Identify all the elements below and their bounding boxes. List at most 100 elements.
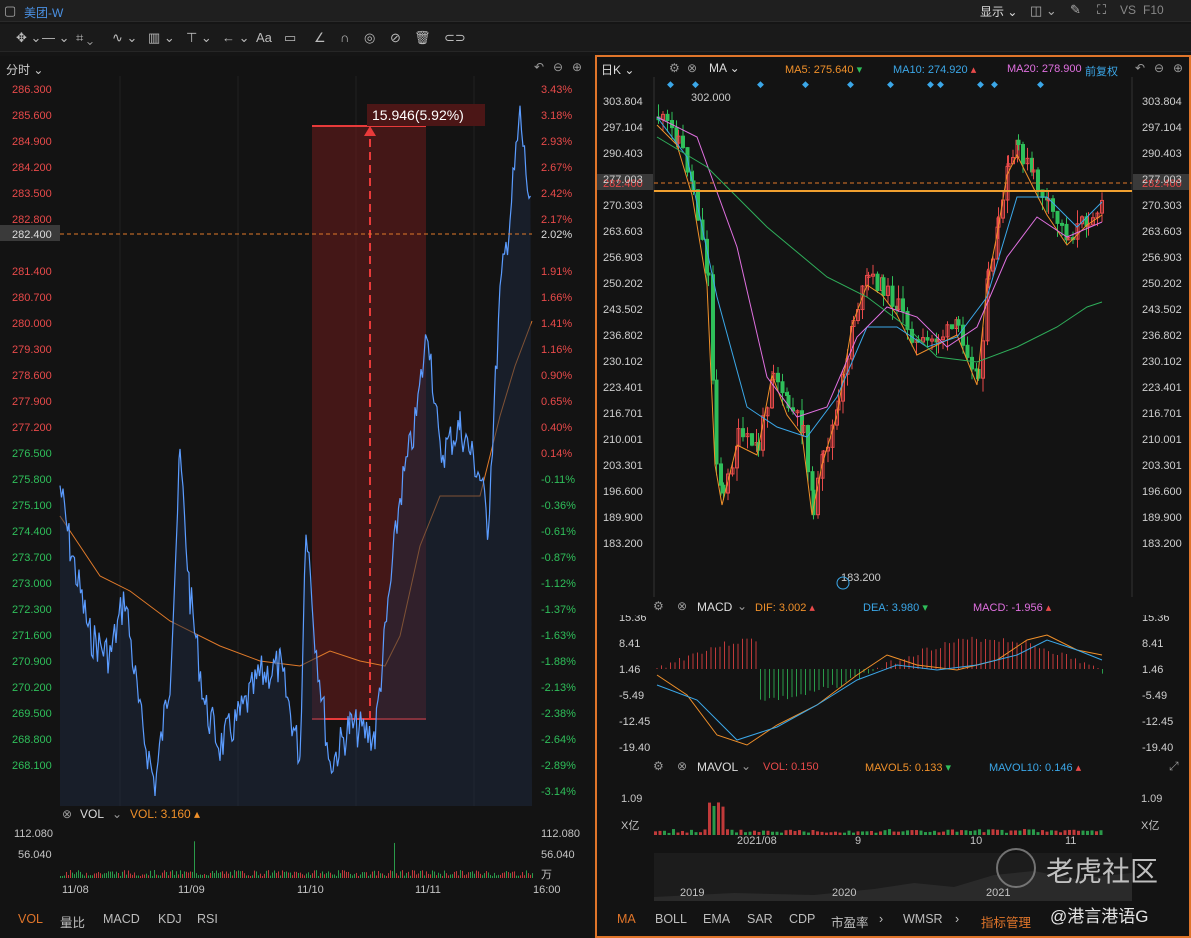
panel-toggle-icon[interactable]: ▢ (4, 3, 16, 19)
pct-tick-label: 2.93% (541, 136, 572, 148)
price-tick-label: 279.300 (12, 344, 52, 356)
volume-bar (156, 874, 157, 878)
volume-bar (96, 873, 97, 878)
macd-tick-label: 1.46 (619, 664, 640, 676)
zoom-out-icon[interactable]: ⊖ (1154, 61, 1164, 75)
volume-bar (494, 872, 495, 878)
candle (970, 356, 974, 370)
price-tick-label: 277.200 (12, 422, 52, 434)
tab-indicator-manage[interactable]: 指标管理 (981, 912, 1031, 931)
intraday-chart[interactable]: 286.300 285.600 284.900 284.200 283.500 282.8… (0, 76, 592, 806)
tab-kdj[interactable]: KDJ (158, 912, 182, 926)
ruler-tool-icon[interactable]: ∠ (314, 30, 326, 46)
tab-boll[interactable]: BOLL (655, 912, 687, 926)
zoom-out-icon[interactable]: ⊖ (553, 60, 563, 74)
volume-bar (530, 874, 531, 878)
volume-bar (446, 873, 447, 878)
volume-bar (400, 871, 401, 878)
price-tick-label: 275.100 (12, 500, 52, 512)
trash-icon[interactable]: 🗑 (414, 30, 431, 46)
layout-icon[interactable]: ◫ ⌄ (1030, 3, 1057, 19)
pct-tick-label: 2.02% (541, 229, 572, 241)
price-area (60, 105, 532, 806)
pen-icon[interactable]: ✎ (1070, 2, 1081, 18)
crop-tool-icon[interactable]: ⌗ ⌄ (76, 30, 93, 46)
volume-bar (260, 873, 261, 878)
tab-vol[interactable]: VOL (18, 912, 43, 926)
tab-sar[interactable]: SAR (747, 912, 773, 926)
volume-bar (280, 875, 281, 878)
volume-bar (388, 873, 389, 878)
text-tool-icon[interactable]: Aa (256, 30, 272, 45)
price-tick-label: 283.500 (12, 188, 52, 200)
fib-tool-icon[interactable]: ▥ ⌄ (148, 30, 175, 46)
macd-tick-label: -19.40 (1142, 742, 1173, 754)
volume-bar (492, 875, 493, 878)
zoom-in-icon[interactable]: ⊕ (1173, 61, 1183, 75)
f10-button[interactable]: F10 (1143, 3, 1164, 17)
mavol-dropdown-icon[interactable]: ⌄ (741, 759, 751, 773)
tab-rsi[interactable]: RSI (197, 912, 218, 926)
chevron-right-icon[interactable]: › (955, 912, 959, 926)
volume-bar (506, 871, 507, 878)
fullscreen-icon[interactable]: ⛶ (1097, 2, 1106, 18)
close-indicator-icon[interactable]: ⊗ (677, 759, 687, 773)
vs-button[interactable]: VS (1120, 3, 1136, 17)
mavol-axis-top: 1.09 (621, 793, 643, 805)
volume-bar (380, 873, 381, 878)
close-indicator-icon[interactable]: ⊗ (62, 807, 72, 821)
ma-selector[interactable]: MA ⌄ (709, 61, 740, 75)
volume-bar (176, 871, 177, 878)
kline-panel: 日K ⌄ ⚙ ⊗ MA ⌄ MA5: 275.640 ▾ MA10: 274.9… (595, 55, 1191, 938)
display-menu[interactable]: 显示 ⌄ (980, 3, 1017, 20)
settings-icon[interactable]: ⚙ (653, 759, 664, 773)
mavol-axis-top-right: 1.09 (1141, 793, 1163, 805)
settings-icon[interactable]: ⚙ (669, 61, 680, 75)
period-selector[interactable]: 日K ⌄ (601, 61, 634, 78)
volume-bar (514, 871, 515, 878)
price-tick-label: 280.700 (12, 292, 52, 304)
move-icon[interactable]: ✥ ⌄ (16, 30, 41, 46)
candle (1055, 210, 1060, 224)
tab-ma[interactable]: MA (617, 912, 636, 926)
price-tick-label: 284.200 (12, 162, 52, 174)
volume-bar (522, 872, 523, 878)
macd-dropdown-icon[interactable]: ⌄ (737, 599, 747, 613)
hide-icon[interactable]: ⊘ (390, 30, 401, 46)
magnet-icon[interactable]: ∩ (340, 30, 349, 45)
tab-ema[interactable]: EMA (703, 912, 730, 926)
eye-icon[interactable]: ◎ (364, 30, 375, 46)
tab-macd[interactable]: MACD (103, 912, 140, 926)
volume-bar (304, 875, 305, 878)
candle (965, 344, 970, 358)
tab-cdp[interactable]: CDP (789, 912, 815, 926)
undo-icon[interactable]: ↶ (1135, 61, 1145, 75)
undo-icon[interactable]: ↶ (534, 60, 544, 74)
volume-bar (186, 871, 187, 878)
vertical-tool-icon[interactable]: ⊤ ⌄ (186, 30, 212, 46)
tab-pe[interactable]: 市盈率 (831, 912, 869, 931)
price-tick-label: 189.900 (603, 512, 643, 524)
volume-bar (448, 875, 449, 878)
volume-bar (322, 871, 323, 878)
close-indicator-icon[interactable]: ⊗ (677, 599, 687, 613)
wave-tool-icon[interactable]: ∿ ⌄ (112, 30, 137, 46)
line-tool-icon[interactable]: — ⌄ (42, 30, 70, 46)
volume-bar (516, 875, 517, 878)
comment-tool-icon[interactable]: ▭ (284, 30, 296, 46)
settings-icon[interactable]: ⚙ (653, 599, 664, 613)
zoom-in-icon[interactable]: ⊕ (572, 60, 582, 74)
tab-wmsr[interactable]: WMSR (903, 912, 943, 926)
volume-bar (276, 872, 277, 878)
kline-chart[interactable]: 303.804 303.804 297.104 297.104 290.403 290.4… (597, 77, 1189, 597)
chevron-right-icon[interactable]: › (879, 912, 883, 926)
price-tick-label: 282.400 (12, 229, 52, 241)
arrow-tool-icon[interactable]: ← ⌄ (222, 30, 250, 46)
link-icon[interactable]: ⊂⊃ (444, 30, 466, 46)
expand-icon[interactable]: ⤢ (1169, 759, 1179, 774)
vol-dropdown-icon[interactable]: ⌄ (112, 807, 122, 821)
tab-volume-ratio[interactable]: 量比 (60, 912, 85, 931)
volume-bar (112, 871, 113, 878)
volume-bar (60, 875, 61, 878)
close-indicator-icon[interactable]: ⊗ (687, 61, 697, 75)
